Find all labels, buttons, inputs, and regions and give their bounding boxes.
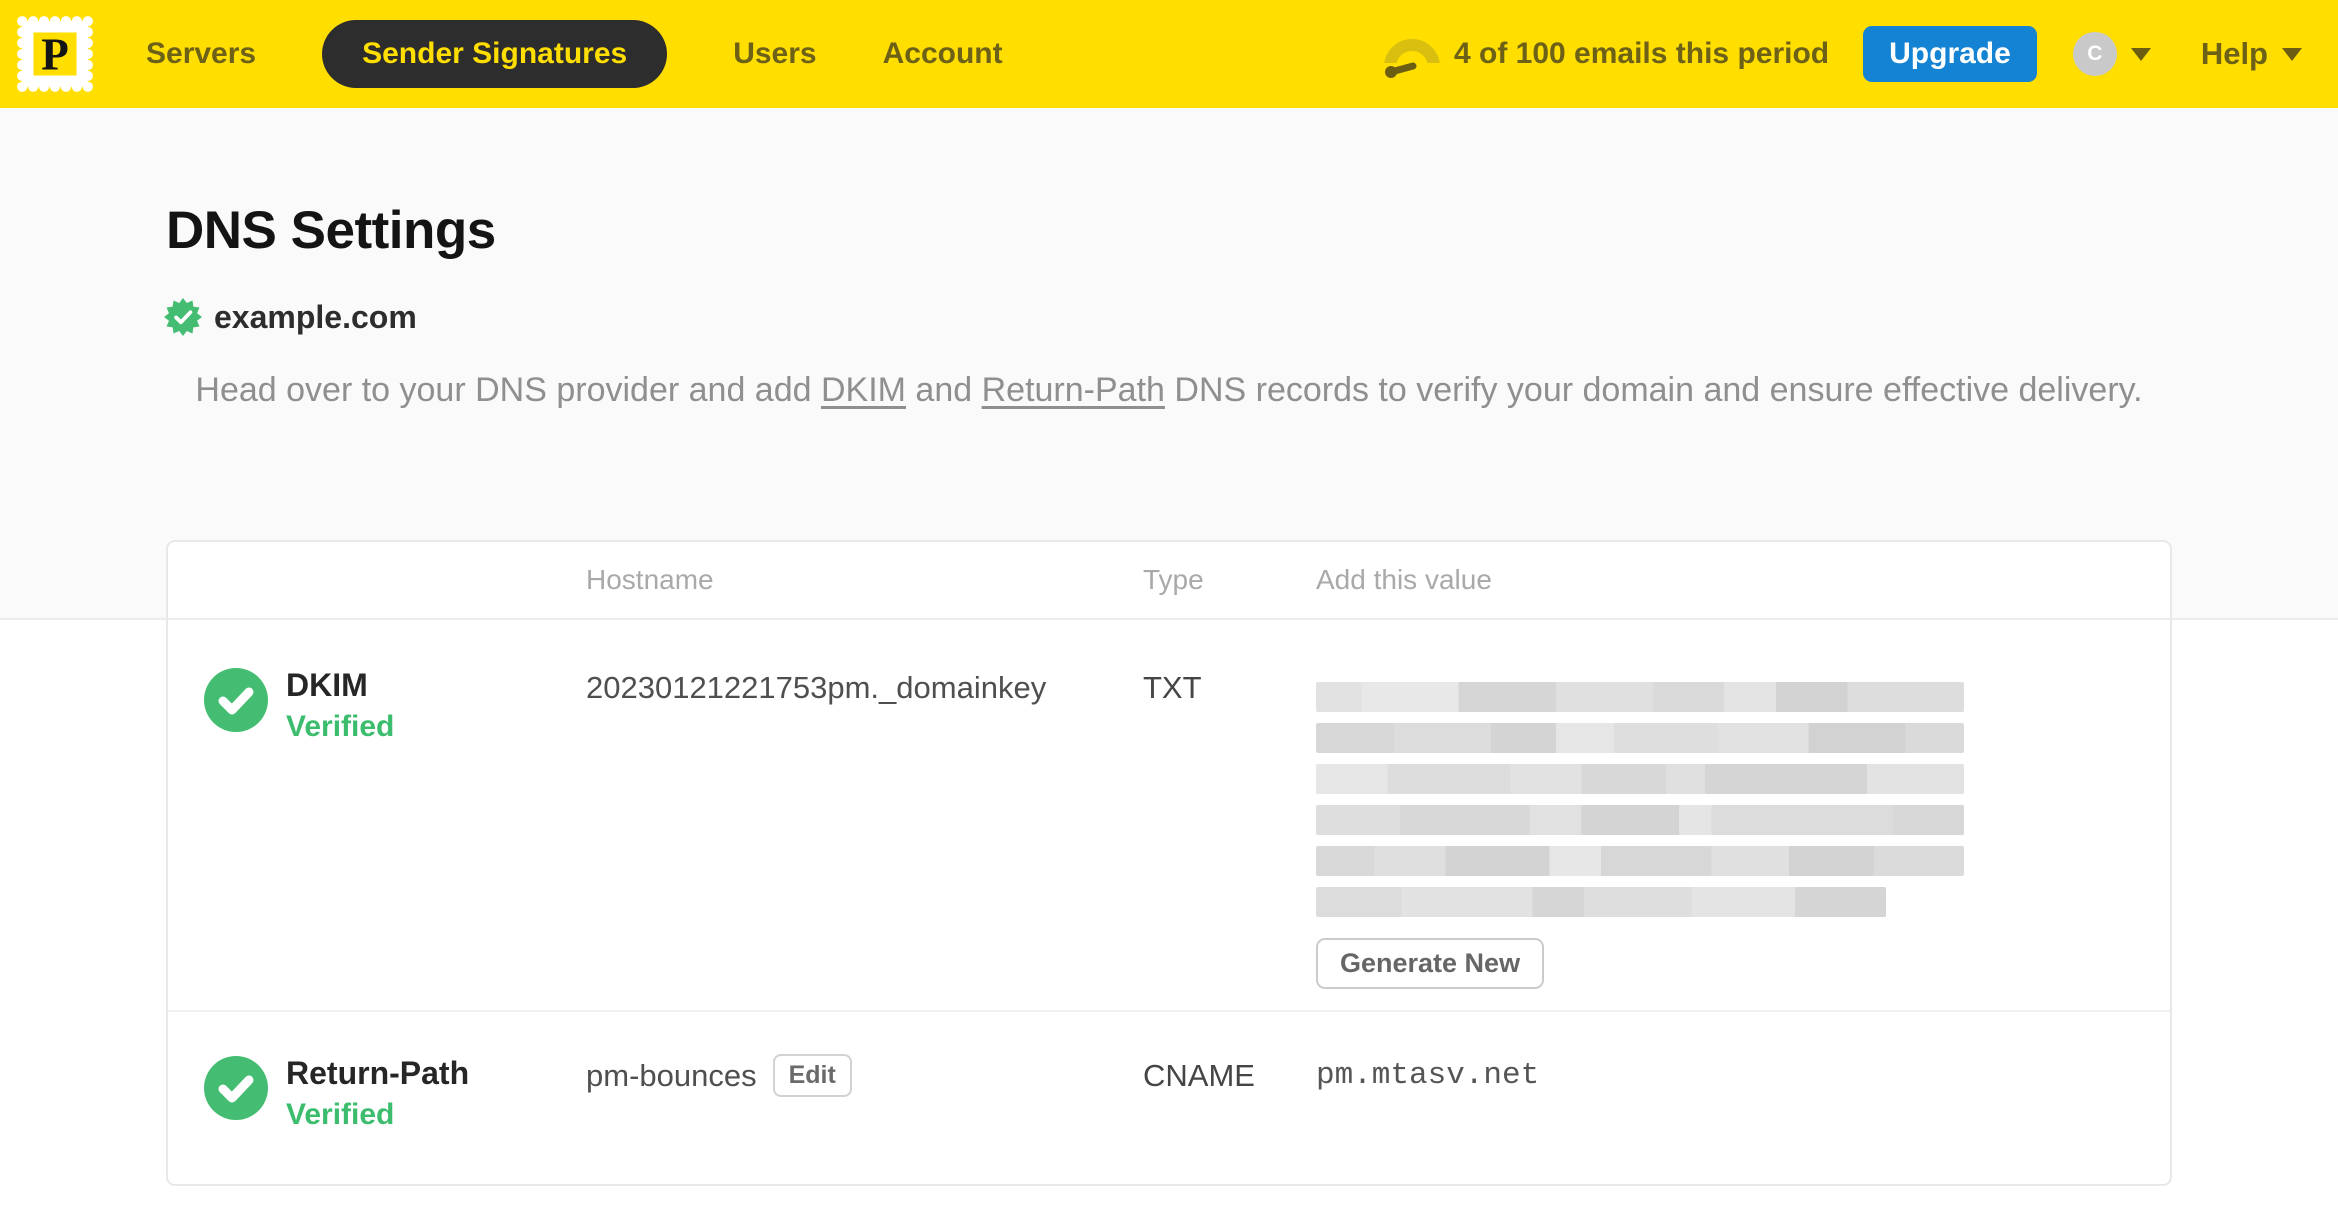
- edit-button[interactable]: Edit: [772, 1054, 852, 1097]
- status-badge: Verified: [286, 1098, 395, 1131]
- primary-nav: Servers Sender Signatures Users Account: [146, 20, 1069, 88]
- hostname-cell: pm-bounces Edit: [586, 1054, 1143, 1184]
- column-header-hostname: Hostname: [586, 564, 714, 595]
- page-title: DNS Settings: [166, 201, 496, 260]
- nav-item-account[interactable]: Account: [883, 37, 1003, 71]
- svg-text:P: P: [41, 29, 69, 79]
- redacted-bar: [1316, 805, 1964, 835]
- redacted-bar: [1316, 887, 1886, 917]
- value-cell: pm.mtasv.net: [1316, 1056, 2170, 1184]
- usage-count-text: 4 of 100 emails this period: [1453, 37, 1830, 70]
- status-badge: Verified: [286, 710, 395, 743]
- type-cell: TXT: [1143, 670, 1202, 705]
- hostname-value: pm-bounces: [586, 1058, 757, 1093]
- intro-part: Head over to your DNS provider and add: [195, 371, 821, 409]
- postmark-app: P Servers Sender Signatures Users Accoun…: [0, 0, 2338, 1222]
- account-menu[interactable]: C: [2072, 32, 2151, 76]
- dns-records-card: Hostname Type Add this value DKIM Verifi…: [166, 540, 2172, 1186]
- intro-part: DNS records to verify your domain and en…: [1164, 371, 2143, 409]
- redacted-bar: [1316, 846, 1964, 876]
- record-name: DKIM: [286, 667, 368, 703]
- help-menu[interactable]: Help: [2201, 36, 2302, 72]
- intro-part: and: [905, 371, 982, 409]
- upgrade-button[interactable]: Upgrade: [1863, 26, 2037, 82]
- postmark-logo-icon[interactable]: P: [14, 13, 96, 95]
- help-label: Help: [2200, 36, 2268, 71]
- table-row-return-path: Return-Path Verified pm-bounces Edit CNA…: [168, 1012, 2170, 1184]
- table-header-row: Hostname Type Add this value: [168, 542, 2170, 620]
- dkim-link[interactable]: DKIM: [821, 371, 906, 409]
- return-path-link[interactable]: Return-Path: [982, 371, 1165, 409]
- top-navigation-bar: P Servers Sender Signatures Users Accoun…: [0, 0, 2338, 108]
- gauge-icon: [1381, 39, 1440, 79]
- table-row-dkim: DKIM Verified 20230121221753pm._domainke…: [168, 620, 2170, 1012]
- cname-value: pm.mtasv.net: [1316, 1058, 1540, 1093]
- column-header-type: Type: [1143, 564, 1204, 595]
- intro-text: Head over to your DNS provider and add D…: [0, 366, 2338, 414]
- redacted-bar: [1316, 682, 1964, 712]
- usage-meter: 4 of 100 emails this period: [1381, 29, 1830, 79]
- redacted-bar: [1316, 764, 1964, 794]
- verified-check-icon: [204, 1056, 268, 1120]
- nav-item-servers[interactable]: Servers: [146, 37, 256, 71]
- record-name-cell: DKIM Verified: [168, 668, 586, 1010]
- chevron-down-icon: [2130, 47, 2151, 61]
- chevron-down-icon: [2282, 47, 2302, 61]
- avatar[interactable]: C: [2072, 32, 2117, 76]
- hostname-value: 20230121221753pm._domainkey: [586, 670, 1047, 705]
- record-name-cell: Return-Path Verified: [168, 1056, 586, 1184]
- domain-row: example.com: [164, 298, 417, 336]
- verified-check-icon: [204, 668, 268, 732]
- value-cell: Generate New: [1316, 668, 2170, 1010]
- redacted-dkim-value: [1316, 682, 2170, 917]
- nav-item-users[interactable]: Users: [733, 37, 816, 71]
- column-header-value: Add this value: [1316, 564, 1492, 595]
- type-cell: CNAME: [1143, 1058, 1255, 1093]
- nav-item-sender-signatures[interactable]: Sender Signatures: [322, 20, 668, 88]
- generate-new-button[interactable]: Generate New: [1316, 938, 1545, 989]
- redacted-bar: [1316, 723, 1964, 753]
- hostname-cell: 20230121221753pm._domainkey: [586, 668, 1143, 1010]
- verified-seal-icon: [164, 298, 202, 336]
- domain-name: example.com: [214, 298, 417, 335]
- record-name: Return-Path: [286, 1055, 470, 1091]
